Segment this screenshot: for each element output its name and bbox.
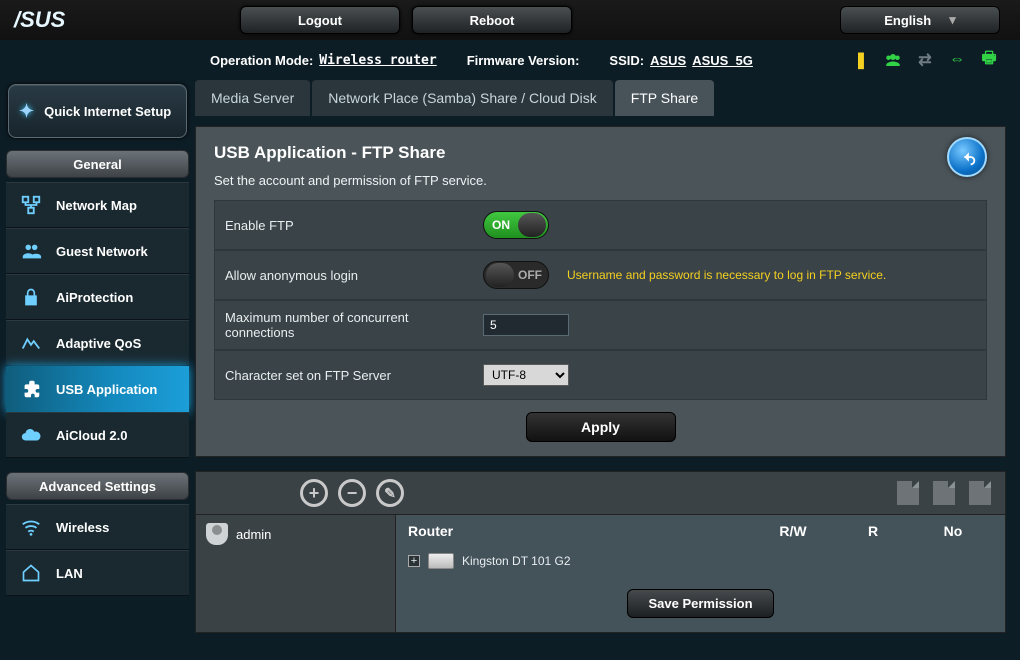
back-button[interactable]: [947, 137, 987, 177]
col-router: Router: [408, 523, 753, 539]
col-r: R: [833, 523, 913, 539]
sidebar-item-network-map[interactable]: Network Map: [6, 182, 189, 228]
edit-user-button[interactable]: ✎: [376, 479, 404, 507]
quick-internet-setup[interactable]: ✦ Quick Internet Setup: [8, 84, 187, 138]
sidebar-item-wireless[interactable]: Wireless: [6, 504, 189, 550]
remove-user-button[interactable]: −: [338, 479, 366, 507]
remove-folder-icon[interactable]: [933, 481, 955, 505]
ssid-label: SSID:: [609, 53, 644, 68]
network-map-icon: [18, 192, 44, 218]
sidebar-item-aiprotection[interactable]: AiProtection: [6, 274, 189, 320]
firmware-version-label: Firmware Version:: [467, 53, 580, 68]
anonymous-login-label: Allow anonymous login: [215, 268, 475, 283]
user-list: admin: [196, 514, 396, 632]
new-folder-icon[interactable]: [897, 481, 919, 505]
sidebar-item-guest-network[interactable]: Guest Network: [6, 228, 189, 274]
brand-logo: /SUS: [0, 0, 120, 40]
drive-icon: [428, 553, 454, 569]
anonymous-login-hint: Username and password is necessary to lo…: [567, 268, 886, 282]
puzzle-icon: [18, 376, 44, 402]
max-connections-label: Maximum number of concurrent connections: [215, 310, 475, 340]
language-select[interactable]: English: [840, 6, 1000, 34]
max-connections-input[interactable]: [483, 314, 569, 336]
qos-icon: [18, 330, 44, 356]
row-charset: Character set on FTP Server UTF-8: [214, 350, 987, 400]
top-bar: /SUS Logout Reboot English: [0, 0, 1020, 40]
panel-title: USB Application - FTP Share: [214, 143, 987, 163]
content: Media Server Network Place (Samba) Share…: [195, 80, 1020, 647]
sidebar-item-lan[interactable]: LAN: [6, 550, 189, 596]
rights-table: Router R/W R No + Kingston DT 101 G2 Sav…: [396, 514, 1005, 632]
anonymous-login-toggle[interactable]: OFF: [483, 261, 549, 289]
tab-ftp-share[interactable]: FTP Share: [615, 80, 714, 116]
tab-samba-share[interactable]: Network Place (Samba) Share / Cloud Disk: [312, 80, 612, 116]
enable-ftp-label: Enable FTP: [215, 218, 475, 233]
wifi-icon: [18, 514, 44, 540]
col-rw: R/W: [753, 523, 833, 539]
logout-button[interactable]: Logout: [240, 6, 400, 34]
section-general: General: [6, 150, 189, 178]
edit-folder-icon[interactable]: [969, 481, 991, 505]
row-anonymous-login: Allow anonymous login OFF Username and p…: [214, 250, 987, 300]
sidebar-item-adaptive-qos[interactable]: Adaptive QoS: [6, 320, 189, 366]
device-row[interactable]: + Kingston DT 101 G2: [396, 547, 1005, 579]
status-line: Operation Mode: Wireless router Firmware…: [210, 40, 1020, 80]
col-no: No: [913, 523, 993, 539]
wand-icon: ✦: [19, 101, 34, 122]
charset-label: Character set on FTP Server: [215, 368, 475, 383]
ssid-1[interactable]: ASUS: [650, 53, 686, 68]
usb-icon[interactable]: ⇔: [948, 51, 966, 69]
device-name: Kingston DT 101 G2: [462, 554, 571, 568]
user-name: admin: [236, 527, 271, 542]
save-permission-button[interactable]: Save Permission: [627, 589, 773, 618]
lock-icon: [18, 284, 44, 310]
permissions-panel: + − ✎ admin Router: [195, 471, 1006, 633]
operation-mode-label: Operation Mode:: [210, 53, 313, 68]
charset-select[interactable]: UTF-8: [483, 364, 569, 386]
expand-icon[interactable]: +: [408, 555, 420, 567]
apply-button[interactable]: Apply: [526, 412, 676, 442]
section-advanced: Advanced Settings: [6, 472, 189, 500]
user-row[interactable]: admin: [196, 515, 395, 553]
row-enable-ftp: Enable FTP ON: [214, 200, 987, 250]
users-icon[interactable]: [884, 51, 902, 69]
tab-media-server[interactable]: Media Server: [195, 80, 310, 116]
ssid-2[interactable]: ASUS_5G: [692, 53, 753, 68]
operation-mode-value[interactable]: Wireless router: [319, 53, 436, 68]
tabs: Media Server Network Place (Samba) Share…: [195, 80, 1006, 116]
enable-ftp-toggle[interactable]: ON: [483, 211, 549, 239]
row-max-connections: Maximum number of concurrent connections: [214, 300, 987, 350]
panel-desc: Set the account and permission of FTP se…: [214, 173, 987, 188]
add-user-button[interactable]: +: [300, 479, 328, 507]
printer-icon[interactable]: 🖶: [980, 51, 998, 69]
sidebar-item-usb-application[interactable]: USB Application: [6, 366, 189, 412]
guest-network-icon: [18, 238, 44, 264]
panel-ftp-share: USB Application - FTP Share Set the acco…: [195, 126, 1006, 457]
sidebar: ✦ Quick Internet Setup General Network M…: [0, 80, 195, 647]
home-icon: [18, 560, 44, 586]
cloud-icon: [18, 422, 44, 448]
connect-icon[interactable]: ⇄: [916, 51, 934, 69]
avatar-icon: [206, 523, 228, 545]
reboot-button[interactable]: Reboot: [412, 6, 572, 34]
alert-icon[interactable]: ❚: [852, 51, 870, 69]
sidebar-item-aicloud[interactable]: AiCloud 2.0: [6, 412, 189, 458]
